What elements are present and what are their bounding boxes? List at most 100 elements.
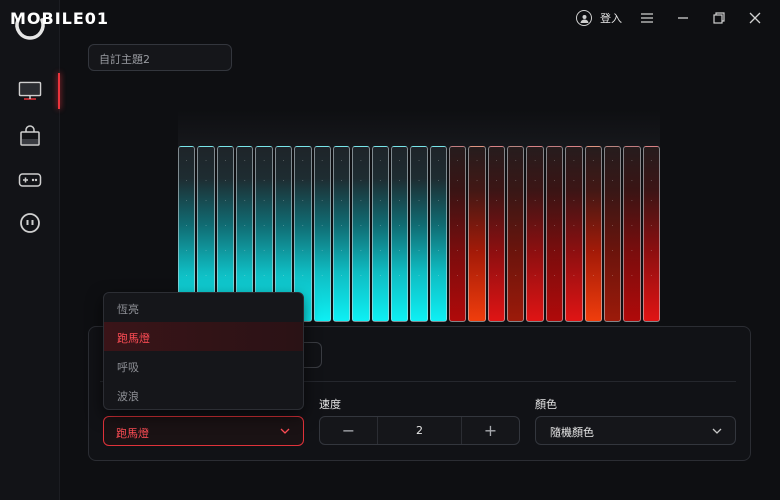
key-glyph: ·	[379, 197, 382, 205]
key-glyph: ·	[321, 222, 324, 230]
theme-name-field[interactable]: 自訂主題2	[88, 44, 232, 71]
key-glyph: ·	[514, 177, 517, 185]
key-glyph: ·	[437, 222, 440, 230]
color-select[interactable]: 隨機顏色	[535, 416, 736, 445]
shopping-bag-icon	[20, 125, 40, 146]
key-glyph: ·	[321, 247, 324, 255]
key-glyph: ·	[263, 222, 266, 230]
key-glyph: ·	[437, 177, 440, 185]
user-icon[interactable]	[576, 10, 592, 26]
key-glyph: ·	[553, 157, 556, 165]
key-glyph: ·	[417, 157, 421, 165]
key-glyph: ·	[301, 197, 304, 205]
keyboard-column: · · · · · ·	[507, 146, 525, 322]
key-glyph: ·	[398, 197, 401, 205]
key-glyph: ·	[224, 177, 227, 185]
key-glyph: ·	[495, 247, 498, 255]
keyboard-column: · · · · · ·	[545, 146, 564, 322]
key-glyph: ·	[282, 247, 285, 255]
minimize-icon[interactable]	[672, 8, 694, 28]
key-glyph: ·	[630, 157, 633, 165]
key-glyph: ·	[495, 177, 498, 185]
key-glyph: ·	[534, 157, 537, 165]
key-glyph: ·	[534, 177, 537, 185]
key-glyph: ·	[611, 222, 614, 230]
dropdown-option-marquee[interactable]: 跑馬燈	[104, 322, 303, 351]
key-glyph: ·	[417, 177, 421, 185]
key-glyph: ·	[476, 157, 479, 165]
gamepad-icon	[18, 173, 42, 187]
key-glyph: ·	[630, 222, 633, 230]
keyboard-column: · · · · · ·	[468, 146, 486, 322]
key-glyph: ·	[282, 197, 285, 205]
key-glyph: ·	[495, 222, 498, 230]
dropdown-option-wave[interactable]: 波浪	[104, 380, 303, 409]
key-glyph: ·	[534, 222, 537, 230]
keyboard-column: · · · · · ·	[584, 146, 602, 322]
key-glyph: ·	[611, 157, 614, 165]
restore-icon[interactable]	[708, 8, 730, 28]
logo-text: MOBILE01	[10, 9, 109, 28]
key-glyph: ·	[359, 272, 362, 280]
key-glyph: ·	[592, 157, 595, 165]
key-glyph: ·	[437, 157, 440, 165]
key-glyph: ·	[224, 247, 227, 255]
key-glyph: ·	[321, 197, 324, 205]
key-glyph: ·	[243, 222, 246, 230]
key-glyph: ·	[417, 272, 421, 280]
dropdown-option-steady[interactable]: 恆亮	[104, 293, 303, 322]
key-glyph: ·	[456, 157, 459, 165]
key-glyph: ·	[611, 197, 614, 205]
speed-value[interactable]: 2	[377, 417, 462, 444]
sidebar-item-gamepad[interactable]	[0, 160, 60, 200]
sidebar-item-shop[interactable]	[0, 116, 60, 156]
key-glyph: ·	[553, 247, 556, 255]
key-glyph: ·	[185, 197, 188, 205]
chevron-down-icon	[280, 428, 290, 434]
keyboard-column: · · · · · ·	[410, 146, 428, 322]
key-glyph: ·	[224, 272, 227, 280]
key-glyph: ·	[592, 222, 595, 230]
key-glyph: ·	[282, 177, 285, 185]
key-glyph: ·	[359, 222, 362, 230]
key-glyph: ·	[185, 247, 188, 255]
sidebar-item-monitor[interactable]	[0, 71, 60, 111]
key-glyph: ·	[611, 177, 614, 185]
key-glyph: ·	[437, 197, 440, 205]
key-glyph: ·	[456, 222, 459, 230]
key-glyph: ·	[224, 222, 227, 230]
key-glyph: ·	[359, 177, 362, 185]
key-glyph: ·	[572, 247, 575, 255]
key-glyph: ·	[514, 197, 517, 205]
menu-icon[interactable]	[636, 8, 658, 28]
key-glyph: ·	[205, 247, 208, 255]
key-glyph: ·	[205, 197, 208, 205]
speed-increment-button[interactable]: +	[462, 417, 519, 444]
mode-select[interactable]: 跑馬燈	[103, 416, 304, 446]
key-glyph: ·	[456, 247, 459, 255]
key-glyph: ·	[592, 177, 595, 185]
sidebar-item-mascot[interactable]	[0, 203, 60, 243]
monitor-icon	[18, 81, 42, 100]
login-link[interactable]: 登入	[600, 10, 622, 26]
key-glyph: ·	[534, 272, 537, 280]
keyboard-column: · · · · · ·	[603, 146, 622, 322]
mode-select-value: 跑馬燈	[116, 427, 149, 440]
dropdown-option-breathing[interactable]: 呼吸	[104, 351, 303, 380]
key-glyph: ·	[340, 177, 343, 185]
key-glyph: ·	[321, 157, 324, 165]
key-glyph: ·	[185, 157, 188, 165]
key-glyph: ·	[553, 272, 556, 280]
key-glyph: ·	[340, 247, 343, 255]
chevron-down-icon	[712, 428, 722, 434]
speed-decrement-button[interactable]: −	[320, 417, 377, 444]
key-glyph: ·	[514, 272, 517, 280]
key-glyph: ·	[243, 247, 246, 255]
key-glyph: ·	[263, 157, 266, 165]
key-glyph: ·	[205, 157, 208, 165]
key-glyph: ·	[456, 177, 459, 185]
key-glyph: ·	[611, 247, 614, 255]
key-glyph: ·	[359, 197, 362, 205]
color-label: 顏色	[535, 398, 557, 411]
close-icon[interactable]	[744, 8, 766, 28]
